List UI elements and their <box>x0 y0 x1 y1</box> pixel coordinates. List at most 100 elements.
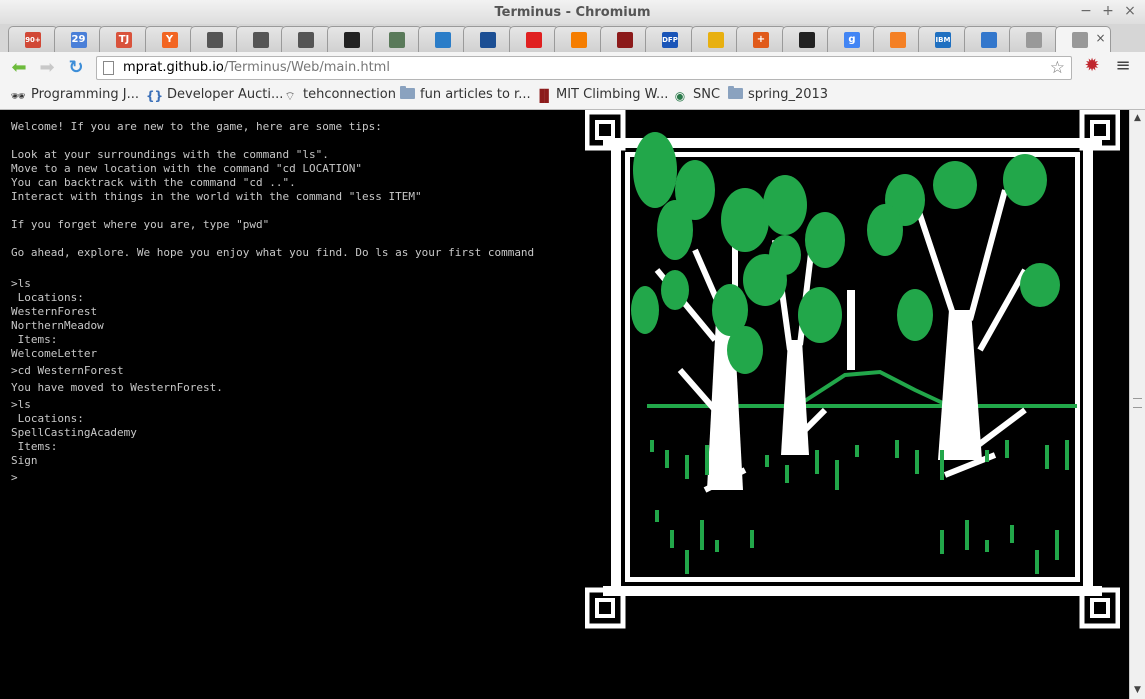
gmail-icon: 90+ <box>25 32 41 48</box>
back-button[interactable]: ⬅ <box>8 57 30 79</box>
grass-blade <box>1005 440 1009 458</box>
frame-border <box>603 586 1102 596</box>
grass-blade <box>940 530 944 554</box>
vertical-scrollbar[interactable]: ▲ ▼ <box>1129 110 1145 699</box>
browser-tab[interactable]: + <box>736 26 786 52</box>
terminal-line: >ls <box>11 277 31 290</box>
terminal-output[interactable]: Welcome! If you are new to the game, her… <box>11 120 581 485</box>
browser-tab[interactable] <box>281 26 331 52</box>
close-window-button[interactable]: × <box>1121 3 1139 19</box>
browser-tab[interactable] <box>326 26 377 52</box>
grass-blade <box>965 520 969 550</box>
bookmark-item[interactable]: ◉ SNC <box>672 87 720 105</box>
browser-tab[interactable]: × <box>1054 26 1111 52</box>
tj-icon: TJ <box>116 32 132 48</box>
frame-border <box>625 152 630 582</box>
browser-tab[interactable]: Y <box>144 26 195 52</box>
scroll-up-icon[interactable]: ▲ <box>1132 113 1143 124</box>
terminal-line: Move to a new location with the command … <box>11 162 362 175</box>
tab-strip: 90+ 29 TJ Y DFP + g IBM × <box>0 24 1145 53</box>
bookmark-star-icon[interactable]: ☆ <box>1050 58 1065 78</box>
address-bar[interactable]: mprat.github.io/Terminus/Web/main.html ☆ <box>96 56 1072 80</box>
spark-icon <box>525 32 542 48</box>
bookmark-item[interactable]: ⌔ tehconnection <box>282 87 396 105</box>
grass-blade <box>895 440 899 458</box>
url-path: /Terminus/Web/main.html <box>223 60 390 75</box>
bookmark-item[interactable]: spring_2013 <box>728 86 828 105</box>
browser-tab[interactable] <box>463 26 513 52</box>
browser-tab[interactable]: 29 <box>53 26 104 52</box>
grass-blade <box>1045 445 1049 469</box>
menu-button[interactable]: ≡ <box>1114 56 1132 76</box>
texas-instruments-icon <box>343 32 360 48</box>
grass-blade <box>785 465 789 483</box>
window-title: Terminus - Chromium <box>494 5 651 20</box>
browser-tab[interactable] <box>372 26 422 52</box>
ibm-icon: IBM <box>935 32 951 48</box>
maximize-button[interactable]: + <box>1099 3 1117 19</box>
google-icon: g <box>844 32 860 48</box>
grass-blade <box>700 520 704 550</box>
forest-pixel-art <box>585 110 1120 629</box>
browser-tab[interactable] <box>235 26 286 52</box>
bookmark-label: SNC <box>693 87 721 102</box>
grass-blade <box>985 540 989 552</box>
grass-blade <box>715 540 719 552</box>
terminal-line: Locations: <box>11 412 84 425</box>
hill-line <box>798 369 946 406</box>
browser-tab[interactable]: TJ <box>99 26 149 52</box>
browser-tab[interactable]: IBM <box>918 26 968 52</box>
extension-icon[interactable]: ✹ <box>1082 56 1102 76</box>
frame-border <box>1075 152 1080 582</box>
minimize-button[interactable]: − <box>1077 3 1095 19</box>
terminal-line: You can backtrack with the command "cd .… <box>11 176 296 189</box>
grass-blade <box>670 530 674 548</box>
leaf-cluster <box>769 235 801 275</box>
grass-blade <box>940 450 944 480</box>
grass-blade <box>655 510 659 522</box>
browser-tab[interactable] <box>508 26 559 52</box>
bookmark-item[interactable]: ▐▌ MIT Climbing W... <box>535 87 668 105</box>
browser-tab[interactable] <box>554 26 604 52</box>
smiley-icon <box>707 32 724 48</box>
tab-close-icon[interactable]: × <box>1095 31 1105 45</box>
terminal-line: If you forget where you are, type "pwd" <box>11 218 270 231</box>
browser-tab[interactable]: DFP <box>645 26 695 52</box>
bookmark-item[interactable]: {} Developer Aucti... <box>146 87 283 105</box>
frame-border <box>611 138 621 596</box>
browser-tab[interactable]: 90+ <box>8 26 58 52</box>
browser-tab[interactable] <box>690 26 741 52</box>
braces-icon: {} <box>146 89 164 103</box>
frame-border <box>1083 138 1093 596</box>
forward-button[interactable]: ➡ <box>36 57 58 79</box>
target-icon <box>389 32 405 48</box>
leaf-cluster <box>763 175 807 235</box>
browser-tab[interactable] <box>417 26 468 52</box>
title-bar: Terminus - Chromium − + × <box>0 0 1145 26</box>
snc-icon: ◉ <box>674 89 686 103</box>
bookmark-label: MIT Climbing W... <box>556 87 669 102</box>
grass-blade <box>835 460 839 490</box>
browser-tab[interactable] <box>1009 26 1059 52</box>
scrollbar-grip[interactable] <box>1133 398 1142 408</box>
bookmark-item[interactable]: fun articles to r... <box>400 86 531 105</box>
stackoverflow-icon <box>889 32 906 48</box>
browser-tab[interactable] <box>190 26 240 52</box>
leaf-cluster <box>727 326 763 374</box>
folder-icon <box>400 86 415 99</box>
frame-corner <box>595 120 615 140</box>
browser-tab[interactable]: g <box>827 26 877 52</box>
scroll-down-icon[interactable]: ▼ <box>1132 685 1143 696</box>
atlas-icon <box>480 32 496 48</box>
browser-tab[interactable] <box>599 26 650 52</box>
browser-tab[interactable] <box>872 26 923 52</box>
tree-trunk <box>938 310 982 460</box>
reload-button[interactable]: ↻ <box>65 57 87 79</box>
frame-border <box>603 138 1102 148</box>
url-host: mprat.github.io <box>123 60 224 75</box>
bookmark-item[interactable]: 🕶 Programming J... <box>10 87 139 105</box>
browser-tab[interactable] <box>963 26 1014 52</box>
browser-tab[interactable] <box>781 26 832 52</box>
